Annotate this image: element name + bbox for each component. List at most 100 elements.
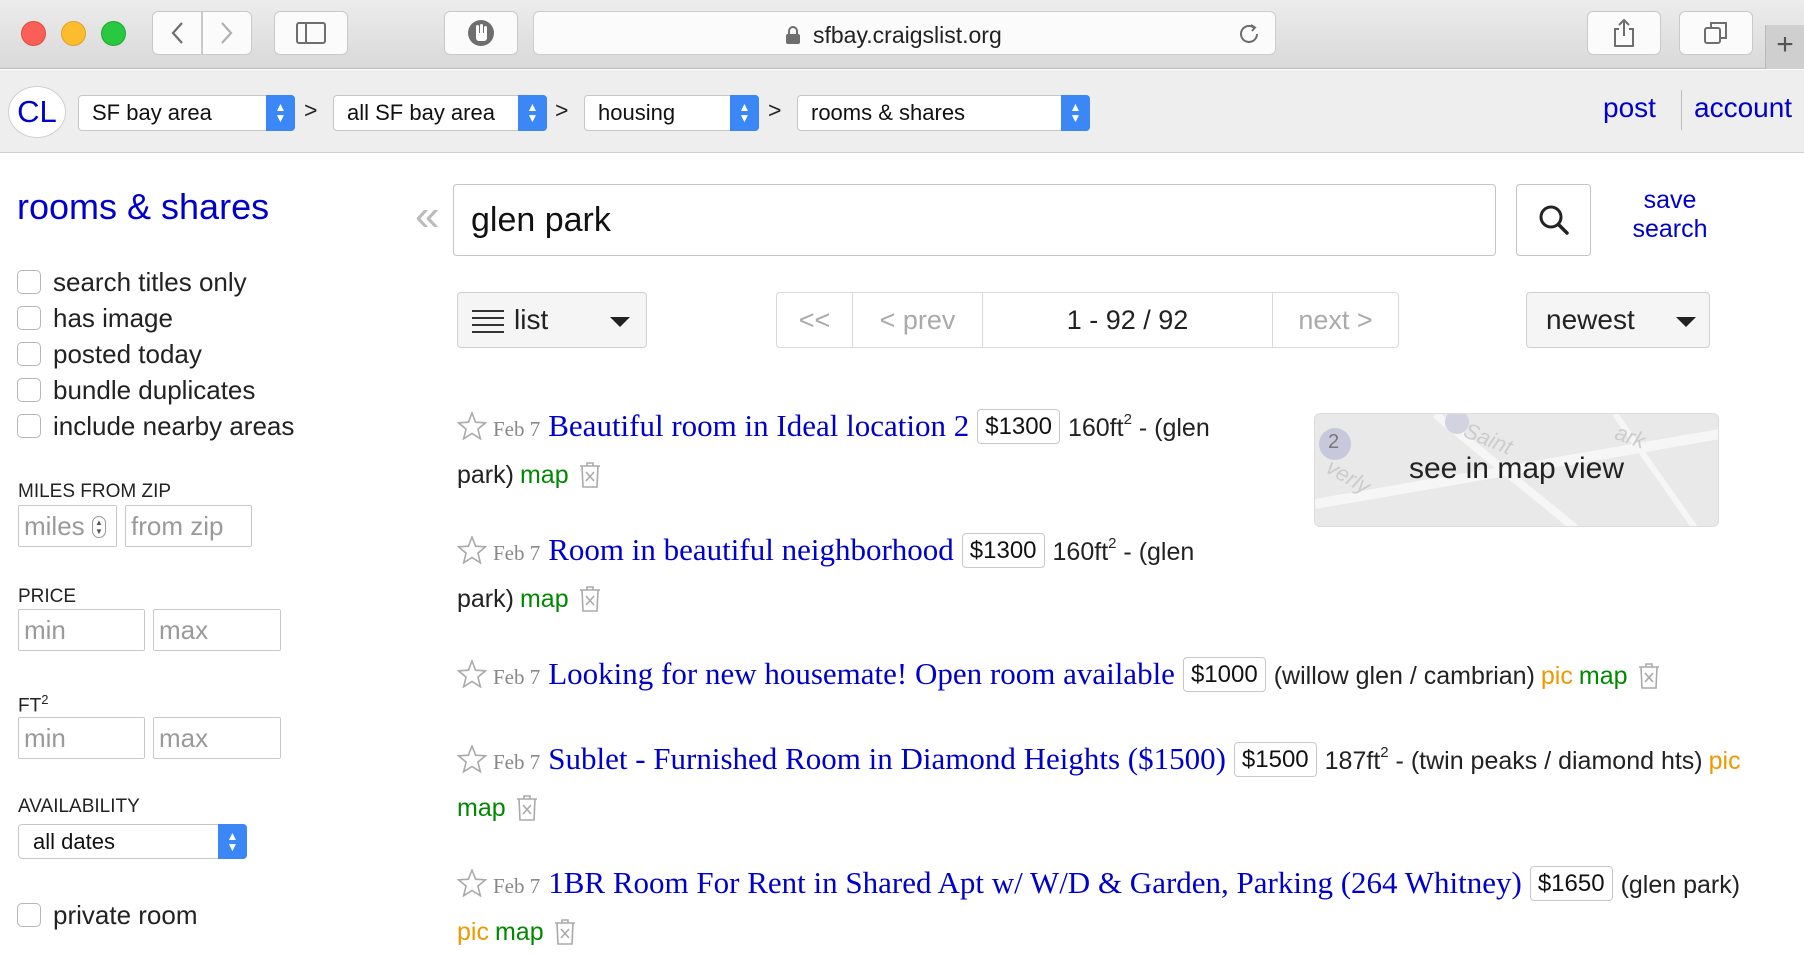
chevron-right-icon bbox=[221, 22, 233, 44]
favorite-star-icon[interactable] bbox=[457, 412, 487, 440]
listing-title-link[interactable]: Looking for new housemate! Open room ava… bbox=[548, 656, 1175, 691]
posted-today-checkbox[interactable]: posted today bbox=[17, 339, 202, 369]
area-select[interactable]: all SF bay area ▲ ▼ bbox=[333, 95, 547, 131]
hide-listing-icon[interactable] bbox=[577, 585, 603, 613]
site-select-value: SF bay area bbox=[92, 100, 212, 125]
sqft-max-input[interactable]: max bbox=[153, 717, 281, 759]
listing-title-link[interactable]: 1BR Room For Rent in Shared Apt w/ W/D &… bbox=[548, 865, 1522, 900]
post-link[interactable]: post bbox=[1603, 92, 1656, 124]
hide-listing-icon[interactable] bbox=[552, 918, 578, 946]
site-select[interactable]: SF bay area ▲ ▼ bbox=[78, 95, 295, 131]
checkbox-label: bundle duplicates bbox=[53, 374, 256, 405]
listing-title-link[interactable]: Beautiful room in Ideal location 2 bbox=[548, 408, 969, 443]
price-max-placeholder: max bbox=[159, 615, 209, 645]
search-titles-only-checkbox[interactable]: search titles only bbox=[17, 267, 247, 297]
bundle-duplicates-checkbox[interactable]: bundle duplicates bbox=[17, 375, 255, 405]
select-stepper-icon: ▲ ▼ bbox=[266, 95, 295, 131]
sort-select[interactable]: newest bbox=[1526, 292, 1710, 348]
listing-pic-link[interactable]: pic bbox=[1709, 747, 1741, 775]
listing-location-cont: park) bbox=[457, 461, 514, 489]
listing-location: - (twin peaks / diamond hts) bbox=[1388, 747, 1703, 775]
stepper-icon[interactable]: ▲ ▼ bbox=[92, 516, 106, 538]
search-button[interactable] bbox=[1516, 184, 1591, 256]
miles-from-zip-label: MILES FROM ZIP bbox=[18, 481, 172, 502]
listing-title-link[interactable]: Room in beautiful neighborhood bbox=[548, 532, 954, 567]
hide-listing-icon[interactable] bbox=[577, 461, 603, 489]
private-room-checkbox[interactable]: private room bbox=[17, 900, 198, 930]
category-select[interactable]: housing ▲ ▼ bbox=[584, 95, 759, 131]
save-search-link[interactable]: save search bbox=[1620, 186, 1720, 244]
listing-location: (glen park) bbox=[1620, 871, 1741, 899]
listing-location-cont: park) bbox=[457, 585, 514, 613]
prev-page-button[interactable]: < prev bbox=[853, 293, 983, 347]
checkbox[interactable] bbox=[17, 270, 41, 294]
sidebar-icon bbox=[296, 22, 326, 44]
checkbox[interactable] bbox=[17, 342, 41, 366]
favorite-star-icon[interactable] bbox=[457, 536, 487, 564]
price-min-input[interactable]: min bbox=[18, 609, 145, 651]
listing-map-link[interactable]: map bbox=[520, 461, 569, 489]
first-page-button[interactable]: << bbox=[777, 293, 853, 347]
availability-select[interactable]: all dates ▲ ▼ bbox=[18, 824, 247, 859]
privacy-button[interactable] bbox=[444, 11, 518, 55]
tabs-overview-button[interactable] bbox=[1679, 11, 1753, 55]
favorite-star-icon[interactable] bbox=[457, 869, 487, 897]
next-page-button[interactable]: next > bbox=[1273, 293, 1398, 347]
pagination: << < prev 1 - 92 / 92 next > bbox=[776, 292, 1399, 348]
sort-label: newest bbox=[1546, 304, 1635, 335]
hide-listing-icon[interactable] bbox=[1636, 662, 1662, 690]
search-input[interactable]: glen park bbox=[453, 184, 1496, 256]
listing-title-link[interactable]: Sublet - Furnished Room in Diamond Heigh… bbox=[548, 741, 1226, 776]
listing-date: Feb 7 bbox=[493, 665, 541, 689]
listing-map-link[interactable]: map bbox=[457, 794, 506, 822]
view-mode-label: list bbox=[514, 304, 549, 335]
select-stepper-icon: ▲ ▼ bbox=[218, 824, 247, 859]
minimize-window-button[interactable] bbox=[61, 21, 86, 46]
craigslist-logo[interactable]: CL bbox=[8, 86, 66, 138]
lock-icon bbox=[786, 26, 800, 44]
share-icon bbox=[1614, 18, 1634, 47]
subcategory-select[interactable]: rooms & shares ▲ ▼ bbox=[797, 95, 1090, 131]
listing-pic-link[interactable]: pic bbox=[457, 918, 489, 946]
has-image-checkbox[interactable]: has image bbox=[17, 303, 173, 333]
sqft-label-sup: 2 bbox=[41, 692, 49, 707]
favorite-star-icon[interactable] bbox=[457, 660, 487, 688]
hide-listing-icon[interactable] bbox=[514, 794, 540, 822]
sqft-label: FT2 bbox=[18, 692, 48, 717]
breadcrumb: CL SF bay area ▲ ▼ > all SF bay area ▲ ▼ >… bbox=[0, 70, 1804, 153]
checkbox-label: include nearby areas bbox=[53, 410, 295, 441]
caret-down-icon bbox=[1676, 317, 1696, 327]
checkbox-label: private room bbox=[53, 899, 198, 930]
address-bar[interactable]: sfbay.craigslist.org bbox=[533, 11, 1276, 55]
listing-map-link[interactable]: map bbox=[520, 585, 569, 613]
chevron-left-icon bbox=[171, 22, 183, 44]
price-max-input[interactable]: max bbox=[153, 609, 281, 651]
miles-placeholder: miles bbox=[24, 511, 85, 541]
close-window-button[interactable] bbox=[21, 21, 46, 46]
checkbox[interactable] bbox=[17, 306, 41, 330]
new-tab-button[interactable]: + bbox=[1765, 25, 1804, 69]
account-link[interactable]: account bbox=[1694, 92, 1792, 124]
listing-price: $1500 bbox=[1233, 742, 1317, 777]
forward-button[interactable] bbox=[202, 11, 252, 55]
checkbox[interactable] bbox=[17, 903, 41, 927]
view-mode-select[interactable]: list bbox=[457, 292, 647, 348]
listing-map-link[interactable]: map bbox=[1579, 662, 1628, 690]
listing-pic-link[interactable]: pic bbox=[1541, 662, 1573, 690]
sidebar-toggle-button[interactable] bbox=[274, 11, 348, 55]
checkbox[interactable] bbox=[17, 414, 41, 438]
listing-price: $1000 bbox=[1182, 657, 1266, 692]
favorite-star-icon[interactable] bbox=[457, 745, 487, 773]
reload-icon[interactable] bbox=[1237, 22, 1261, 46]
listing-map-link[interactable]: map bbox=[495, 918, 544, 946]
zip-input[interactable]: from zip bbox=[125, 505, 252, 547]
miles-input[interactable]: miles ▲ ▼ bbox=[18, 505, 117, 547]
back-button[interactable] bbox=[152, 11, 202, 55]
zoom-window-button[interactable] bbox=[101, 21, 126, 46]
collapse-sidebar-icon[interactable]: « bbox=[415, 194, 439, 238]
include-nearby-areas-checkbox[interactable]: include nearby areas bbox=[17, 411, 294, 441]
checkbox[interactable] bbox=[17, 378, 41, 402]
share-button[interactable] bbox=[1587, 11, 1661, 55]
listing-date: Feb 7 bbox=[493, 750, 541, 774]
sqft-min-input[interactable]: min bbox=[18, 717, 145, 759]
